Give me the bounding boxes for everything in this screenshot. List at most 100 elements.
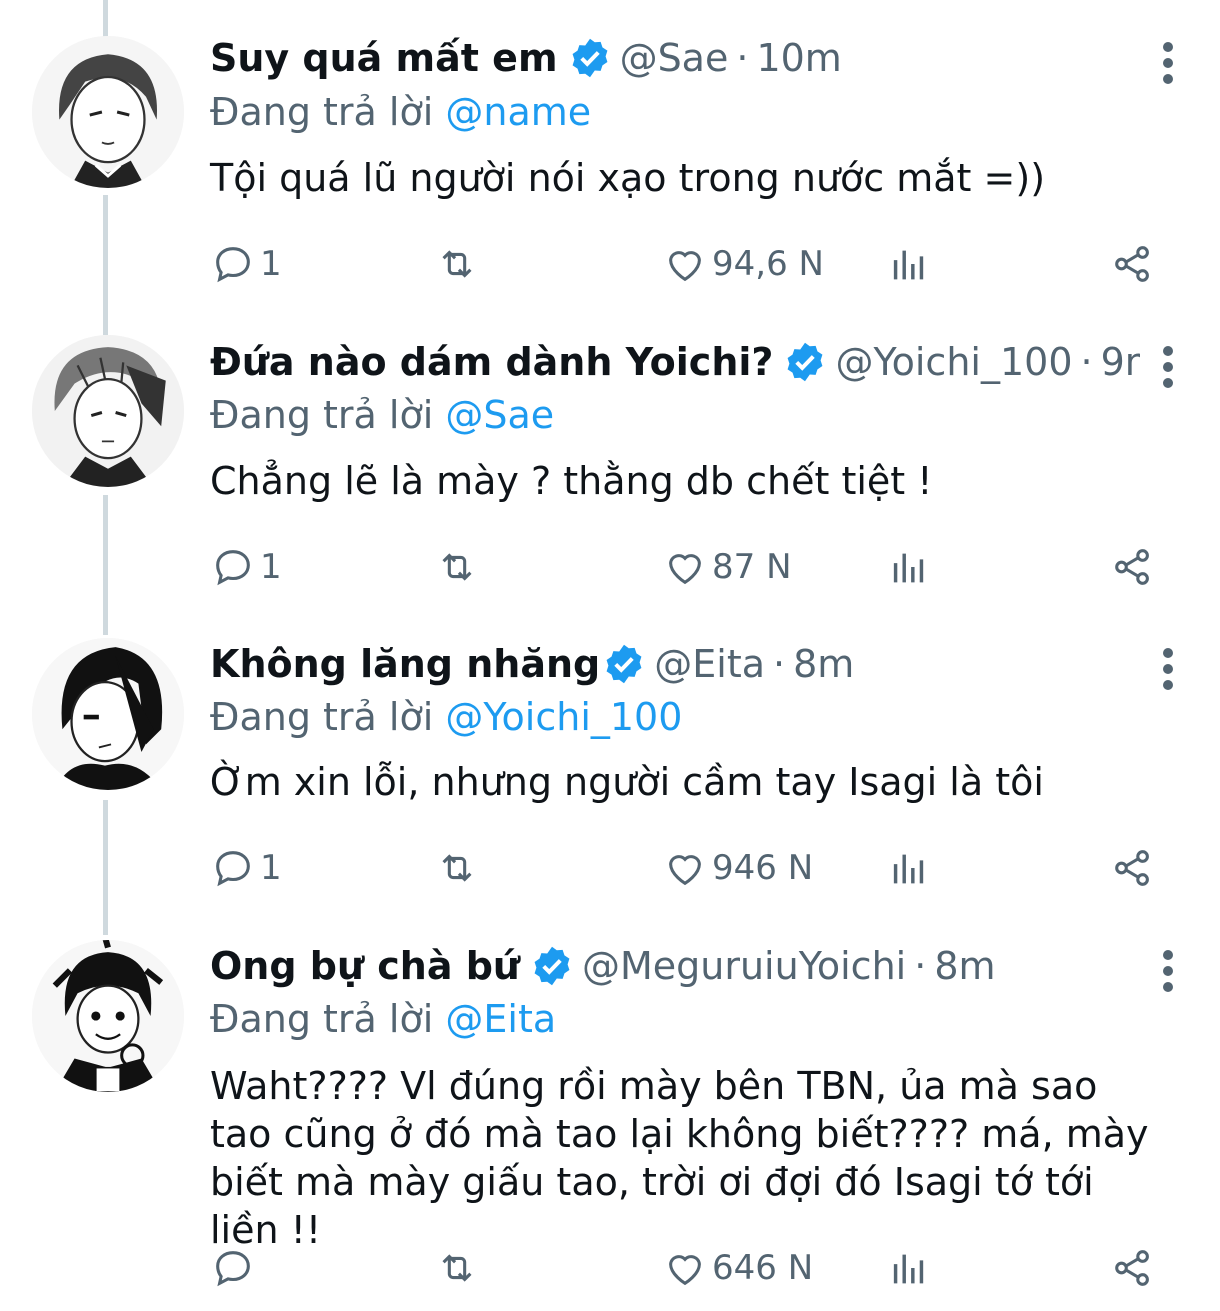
verified-badge-icon <box>568 36 612 80</box>
reply-context: Đang trả lời @Eita <box>210 997 556 1041</box>
like-icon <box>669 855 701 886</box>
more-options-icon[interactable] <box>1148 944 1188 1004</box>
verified-badge-icon <box>783 340 827 384</box>
share-button[interactable] <box>1110 840 1156 896</box>
retweet-button[interactable] <box>434 1240 480 1296</box>
like-button[interactable]: 646 N <box>662 1240 813 1296</box>
share-button[interactable] <box>1110 539 1156 595</box>
separator-dot: · <box>736 36 749 80</box>
user-handle[interactable]: @Yoichi_100 <box>835 340 1072 384</box>
more-options-icon[interactable] <box>1148 642 1188 702</box>
views-icon <box>893 250 924 280</box>
avatar-image <box>32 940 184 1092</box>
tweet-header: Không lăng nhăng @Eita · 8m <box>210 642 1140 698</box>
reply-count: 1 <box>260 244 282 284</box>
avatar[interactable] <box>32 940 184 1092</box>
views-button[interactable] <box>886 840 932 896</box>
tweet-text: Waht???? Vl đúng rồi mày bên TBN, ủa mà … <box>210 1064 1149 1252</box>
user-handle[interactable]: @MeguruiuYoichi <box>582 944 906 988</box>
separator-dot: · <box>1080 340 1093 384</box>
user-handle[interactable]: @Sae <box>620 36 729 80</box>
reply-button[interactable]: 1 <box>210 236 282 292</box>
tweet-text: Chẳng lẽ là mày ? thằng db chết tiệt ! <box>210 459 933 503</box>
avatar-image <box>32 335 184 487</box>
more-options-icon[interactable] <box>1148 36 1188 96</box>
avatar[interactable] <box>32 638 184 790</box>
tweet[interactable]: Ong bự chà bứ @MeguruiuYoichi · 8m Đang trả… <box>0 910 1220 1311</box>
reply-icon <box>216 1251 250 1287</box>
like-icon <box>669 1255 701 1286</box>
reply-button[interactable]: 1 <box>210 840 282 896</box>
avatar[interactable] <box>32 335 184 487</box>
reply-count: 1 <box>260 848 282 888</box>
share-icon <box>1115 549 1149 585</box>
verified-badge-icon <box>530 944 574 988</box>
like-count: 87 N <box>712 547 792 587</box>
like-count: 646 N <box>712 1248 814 1288</box>
display-name[interactable]: Đứa nào dám dành Yoichi? <box>210 340 773 384</box>
reply-icon <box>216 550 250 586</box>
separator-dot: · <box>773 642 786 686</box>
reply-context: Đang trả lời @Yoichi_100 <box>210 695 682 739</box>
reply-mention-link[interactable]: @Eita <box>445 997 556 1041</box>
share-button[interactable] <box>1110 236 1156 292</box>
like-button[interactable]: 87 N <box>662 539 792 595</box>
retweet-icon <box>442 553 472 581</box>
like-count: 94,6 N <box>712 244 824 284</box>
more-options-icon[interactable] <box>1148 340 1188 400</box>
action-bar: 646 N <box>210 1240 1170 1296</box>
retweet-icon <box>442 250 472 278</box>
avatar-image <box>32 36 184 188</box>
display-name[interactable]: Không lăng nhăng <box>210 642 600 686</box>
verified-badge-icon <box>602 642 646 686</box>
tweet[interactable]: Đứa nào dám dành Yoichi? @Yoichi_100·9m Đ… <box>0 305 1220 608</box>
views-icon <box>893 1254 924 1284</box>
timestamp[interactable]: 8m <box>934 944 995 988</box>
reply-context: Đang trả lời @Sae <box>210 393 554 437</box>
timestamp[interactable]: 9m <box>1101 340 1140 384</box>
reply-prefix: Đang trả lời <box>210 997 434 1041</box>
reply-icon <box>216 247 250 283</box>
reply-prefix: Đang trả lời <box>210 90 434 134</box>
tweet[interactable]: Suy quá mất em @Sae · 10m Đang trả lời @nam… <box>0 0 1220 305</box>
retweet-button[interactable] <box>434 539 480 595</box>
timestamp[interactable]: 8m <box>793 642 854 686</box>
views-icon <box>893 553 924 583</box>
views-button[interactable] <box>886 539 932 595</box>
tweet-text: Tội quá lũ người nói xạo trong nước mắt … <box>210 156 1046 200</box>
tweet-header: Đứa nào dám dành Yoichi? @Yoichi_100·9m <box>210 340 1140 396</box>
display-name[interactable]: Suy quá mất em <box>210 36 558 80</box>
reply-context: Đang trả lời @name <box>210 90 591 134</box>
share-icon <box>1115 246 1149 282</box>
reply-mention-link[interactable]: @Sae <box>445 393 554 437</box>
separator-dot: · <box>914 944 927 988</box>
timestamp[interactable]: 10m <box>756 36 841 80</box>
reply-mention-link[interactable]: @name <box>445 90 591 134</box>
reply-button[interactable]: 1 <box>210 539 282 595</box>
share-icon <box>1115 1250 1149 1286</box>
reply-prefix: Đang trả lời <box>210 393 434 437</box>
avatar-image <box>32 638 184 790</box>
retweet-icon <box>442 854 472 882</box>
reply-mention-link[interactable]: @Yoichi_100 <box>445 695 682 739</box>
retweet-button[interactable] <box>434 840 480 896</box>
like-count: 946 N <box>712 848 814 888</box>
reply-prefix: Đang trả lời <box>210 695 434 739</box>
avatar[interactable] <box>32 36 184 188</box>
display-name[interactable]: Ong bự chà bứ <box>210 944 520 988</box>
views-icon <box>893 854 924 884</box>
retweet-button[interactable] <box>434 236 480 292</box>
share-button[interactable] <box>1110 1240 1156 1296</box>
like-button[interactable]: 946 N <box>662 840 813 896</box>
like-icon <box>669 251 701 282</box>
user-handle[interactable]: @Eita <box>654 642 765 686</box>
tweet[interactable]: Không lăng nhăng @Eita · 8m Đang trả lời @Y… <box>0 608 1220 910</box>
views-button[interactable] <box>886 236 932 292</box>
tweet-header: Ong bự chà bứ @MeguruiuYoichi · 8m <box>210 944 1140 1000</box>
like-icon <box>669 554 701 585</box>
like-button[interactable]: 94,6 N <box>662 236 824 292</box>
views-button[interactable] <box>886 1240 932 1296</box>
reply-button[interactable] <box>210 1240 260 1296</box>
tweet-header: Suy quá mất em @Sae · 10m <box>210 36 1140 92</box>
action-bar: 1 94,6 N <box>210 236 1170 292</box>
